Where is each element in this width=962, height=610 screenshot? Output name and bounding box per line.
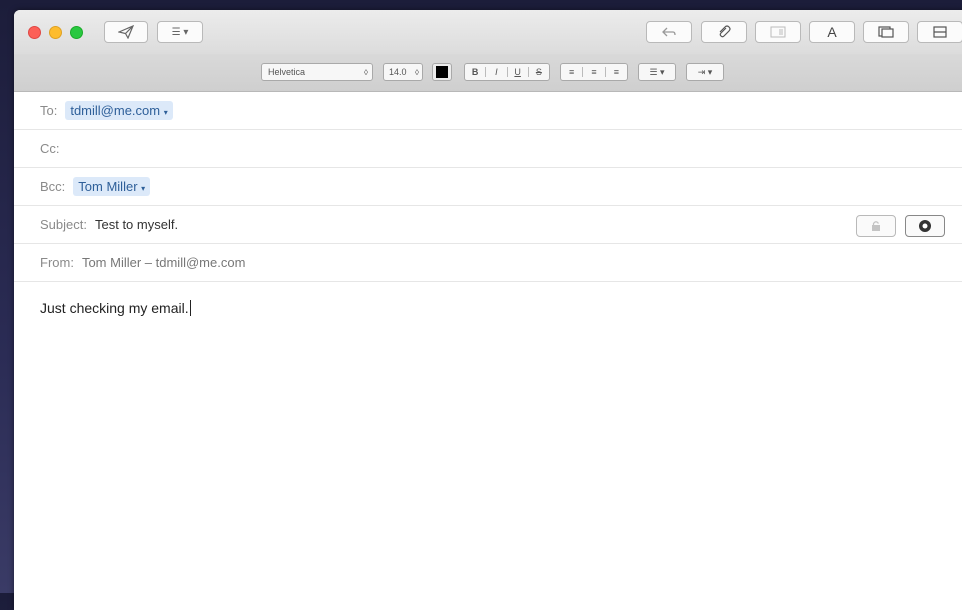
- paperclip-icon: [719, 25, 731, 38]
- cc-row[interactable]: Cc:: [14, 130, 962, 168]
- reply-arrow-icon: [662, 27, 676, 37]
- bcc-label: Bcc:: [40, 179, 66, 194]
- bcc-row: Bcc: Tom Miller ▾: [14, 168, 962, 206]
- updown-chevron-icon: ◊: [364, 67, 368, 77]
- to-label: To:: [40, 103, 58, 118]
- subject-field[interactable]: Test to myself.: [95, 217, 178, 232]
- chevron-down-icon: ▾: [141, 184, 146, 193]
- updown-chevron-icon: ◊: [415, 67, 419, 77]
- bcc-recipient-token[interactable]: Tom Miller ▾: [73, 177, 151, 196]
- text-cursor: [189, 300, 191, 316]
- mail-compose-window: ☰ ▾ A Helvetica ◊ 14.0 ◊ B I U S ≡ ≡ ≡ ☰…: [14, 10, 962, 610]
- insert-photo-button[interactable]: [755, 21, 801, 43]
- signed-seal-icon: [919, 220, 931, 232]
- send-button[interactable]: [104, 21, 148, 43]
- show-format-bar-button[interactable]: [863, 21, 909, 43]
- reply-button[interactable]: [646, 21, 692, 43]
- subject-row: Subject: Test to myself.: [14, 206, 962, 244]
- paper-plane-icon: [118, 25, 134, 39]
- strikethrough-button[interactable]: S: [529, 67, 549, 77]
- align-left-icon[interactable]: ≡: [561, 67, 584, 77]
- from-row: From: Tom Miller – tdmill@me.com: [14, 244, 962, 282]
- to-row: To: tdmill@me.com ▾: [14, 92, 962, 130]
- to-recipient-token[interactable]: tdmill@me.com ▾: [65, 101, 173, 120]
- italic-button[interactable]: I: [486, 67, 508, 77]
- font-size-select[interactable]: 14.0 ◊: [383, 63, 423, 81]
- attach-button[interactable]: [701, 21, 747, 43]
- font-icon: A: [827, 24, 837, 40]
- zoom-window-button[interactable]: [70, 26, 83, 39]
- font-size-value: 14.0: [389, 67, 407, 77]
- from-account-select[interactable]: Tom Miller – tdmill@me.com: [82, 255, 245, 270]
- minimize-window-button[interactable]: [49, 26, 62, 39]
- window-controls: [28, 26, 83, 39]
- align-center-icon[interactable]: ≡: [583, 67, 606, 77]
- cc-label: Cc:: [40, 141, 60, 156]
- alignment-segment: ≡ ≡ ≡: [560, 63, 628, 81]
- text-color-swatch: [436, 66, 448, 78]
- header-fields-menu-button[interactable]: ☰ ▾: [157, 21, 203, 43]
- close-window-button[interactable]: [28, 26, 41, 39]
- stationery-icon: [933, 26, 947, 38]
- stationery-button[interactable]: [917, 21, 962, 43]
- text-color-well[interactable]: [432, 63, 452, 81]
- from-label: From:: [40, 255, 74, 270]
- format-bar: Helvetica ◊ 14.0 ◊ B I U S ≡ ≡ ≡ ☰ ▾ ⇥ ▾: [14, 54, 962, 92]
- underline-button[interactable]: U: [508, 67, 529, 77]
- bold-button[interactable]: B: [465, 67, 487, 77]
- show-fonts-button[interactable]: A: [809, 21, 855, 43]
- font-family-select[interactable]: Helvetica ◊: [261, 63, 373, 81]
- list-icon: ☰ ▾: [649, 66, 665, 77]
- align-right-icon[interactable]: ≡: [606, 67, 627, 77]
- text-style-segment: B I U S: [464, 63, 550, 81]
- chevron-down-icon: ▾: [163, 108, 168, 117]
- message-body[interactable]: Just checking my email.: [14, 282, 962, 334]
- indent-icon: ⇥ ▾: [697, 66, 713, 77]
- header-fields-menu-label: ☰ ▾: [171, 26, 189, 38]
- format-bar-icon: [878, 26, 894, 38]
- photo-browser-icon: [770, 26, 786, 38]
- encryption-toggle[interactable]: [856, 215, 896, 237]
- message-body-text: Just checking my email.: [40, 300, 189, 316]
- indent-menu-button[interactable]: ⇥ ▾: [686, 63, 724, 81]
- subject-label: Subject:: [40, 217, 87, 232]
- font-family-value: Helvetica: [268, 67, 306, 77]
- list-menu-button[interactable]: ☰ ▾: [638, 63, 676, 81]
- lock-icon: [872, 221, 880, 231]
- window-toolbar: ☰ ▾ A: [14, 10, 962, 54]
- signature-toggle[interactable]: [905, 215, 945, 237]
